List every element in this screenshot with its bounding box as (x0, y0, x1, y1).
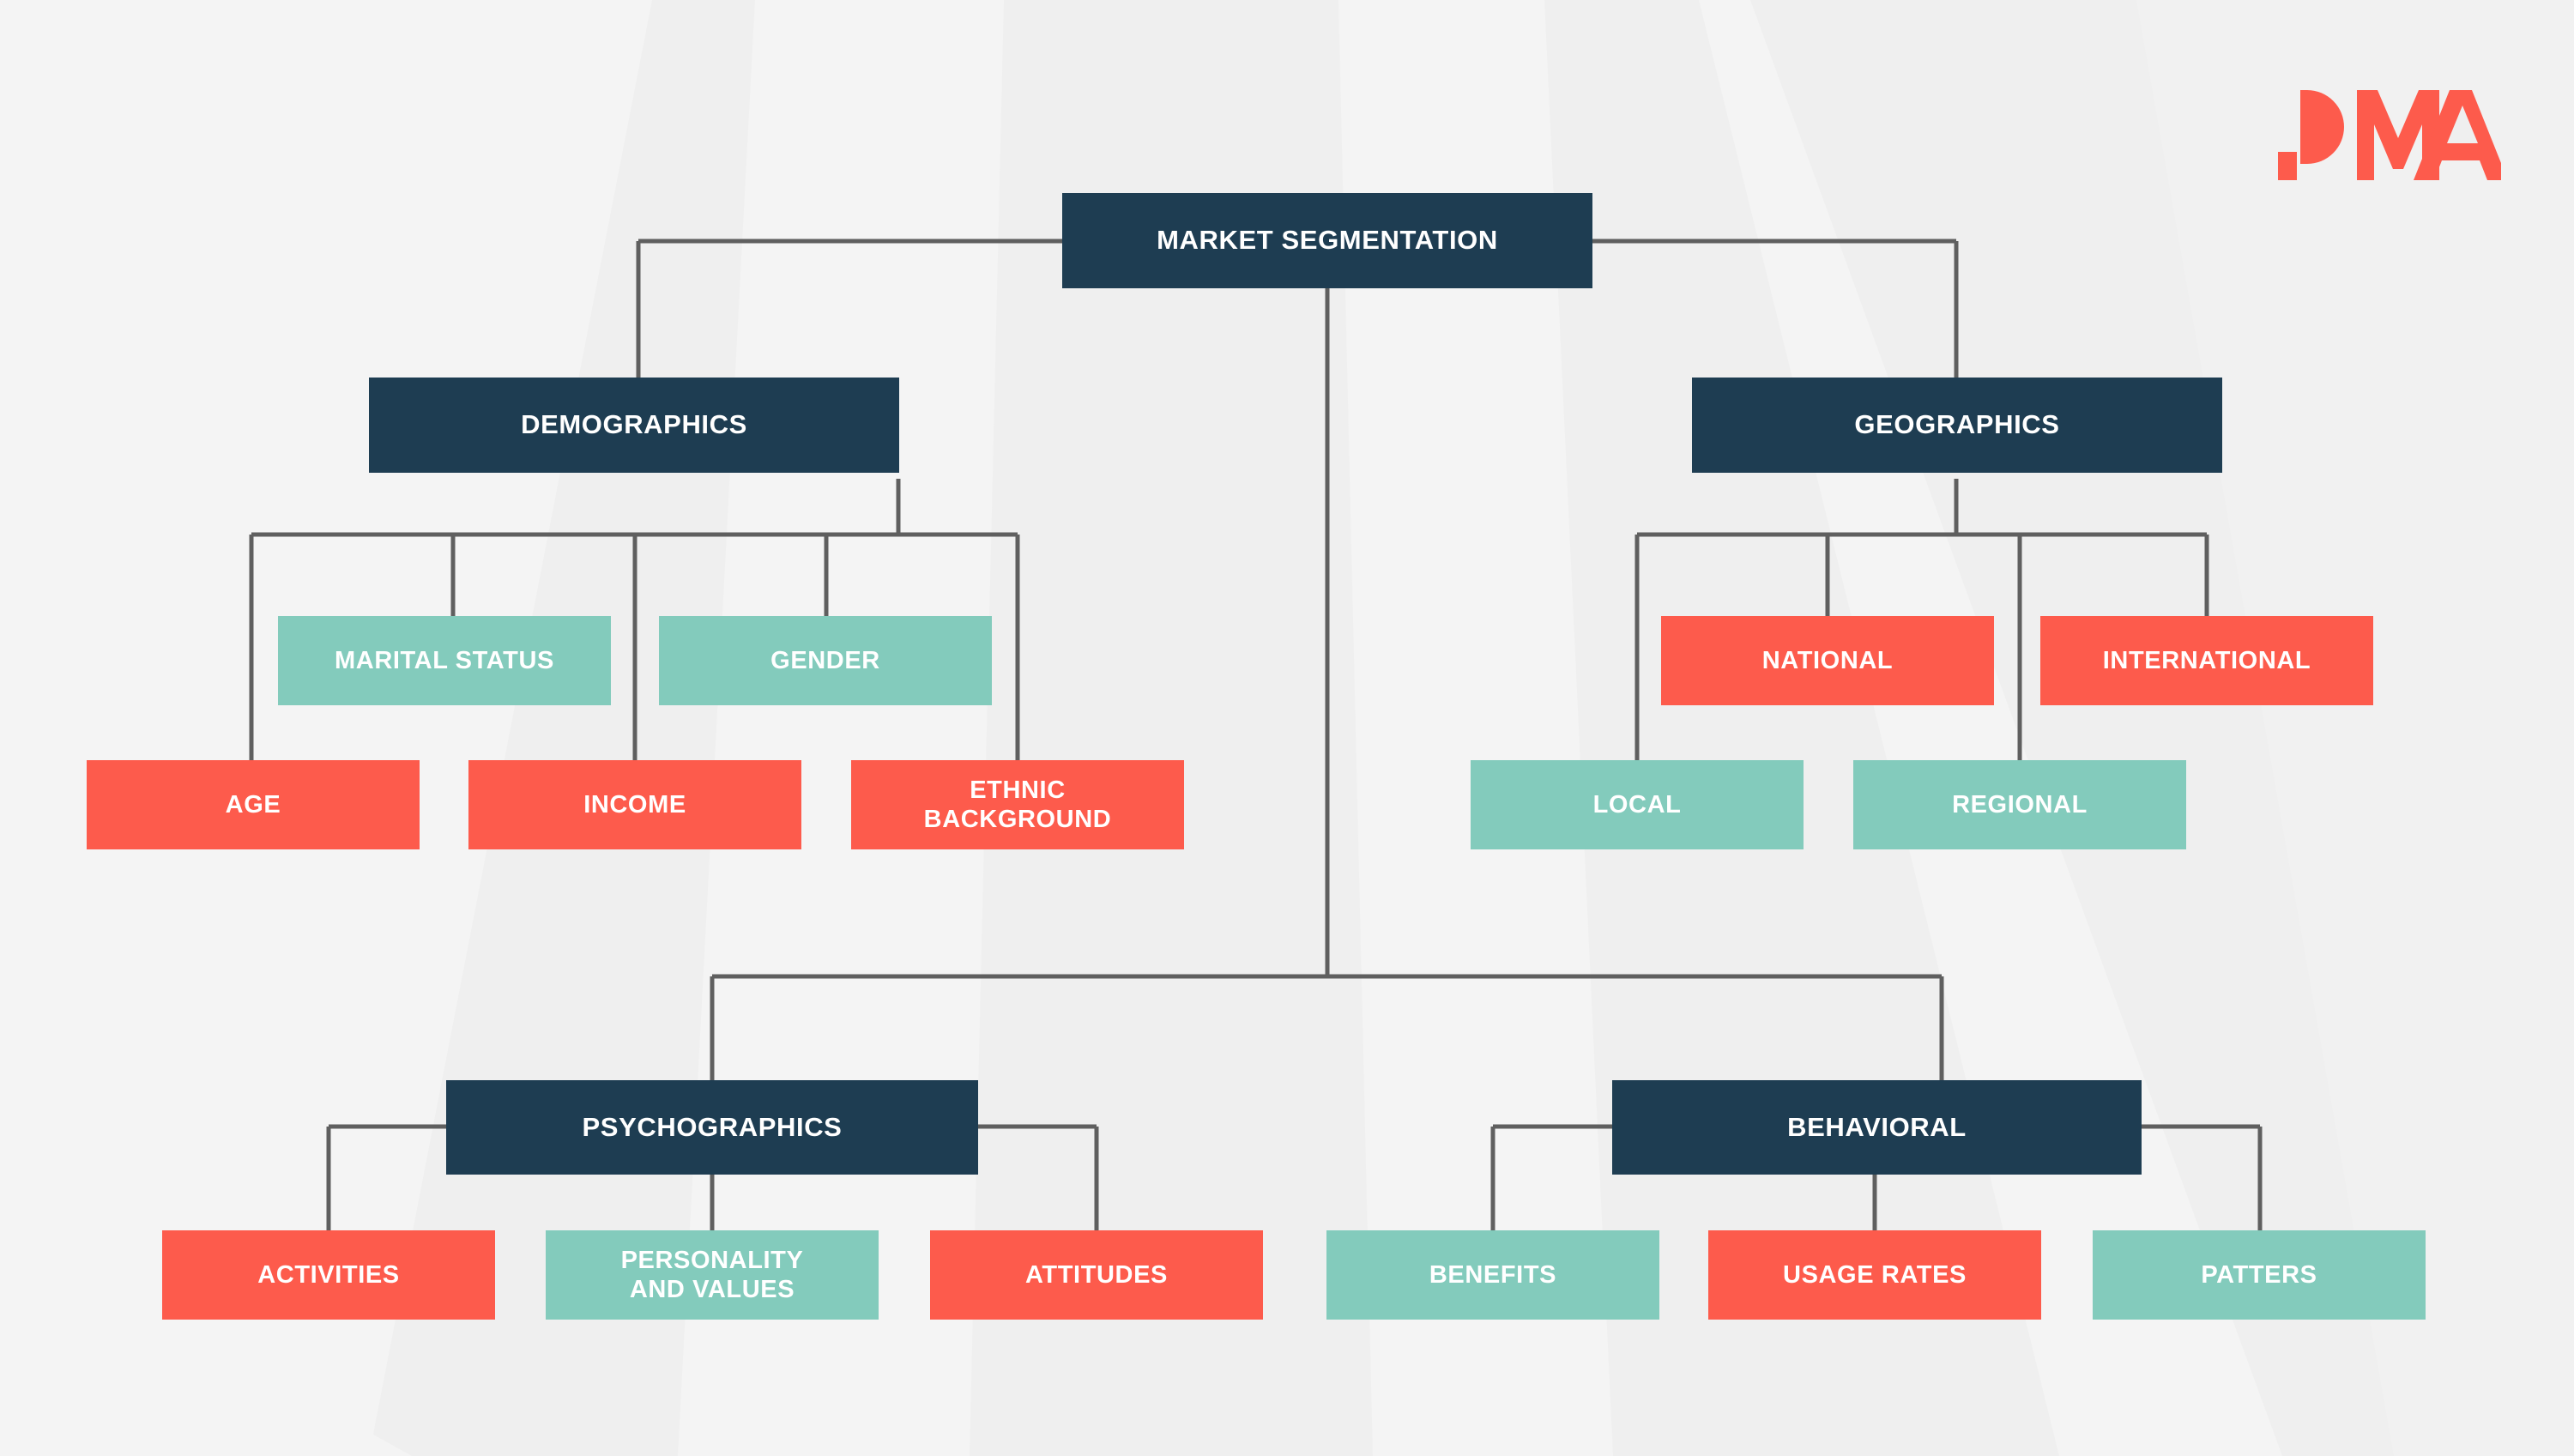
node-usage-rates[interactable]: USAGE RATES (1708, 1230, 2041, 1320)
node-label: BENEFITS (1429, 1260, 1557, 1289)
node-label: GEOGRAPHICS (1854, 409, 2060, 440)
node-label: PSYCHOGRAPHICS (582, 1111, 843, 1142)
node-label: BEHAVIORAL (1787, 1111, 1967, 1142)
node-activities[interactable]: ACTIVITIES (162, 1230, 495, 1320)
node-national[interactable]: NATIONAL (1661, 616, 1994, 705)
node-label: INTERNATIONAL (2102, 646, 2311, 674)
node-international[interactable]: INTERNATIONAL (2040, 616, 2373, 705)
node-regional[interactable]: REGIONAL (1853, 760, 2186, 849)
node-label: REGIONAL (1952, 790, 2088, 819)
node-label: PERSONALITY AND VALUES (620, 1246, 804, 1303)
node-label: ATTITUDES (1025, 1260, 1168, 1289)
node-label: MARKET SEGMENTATION (1157, 225, 1498, 256)
node-geographics[interactable]: GEOGRAPHICS (1692, 378, 2222, 473)
node-label: INCOME (583, 790, 686, 819)
node-local[interactable]: LOCAL (1471, 760, 1804, 849)
node-label: AGE (225, 790, 281, 819)
node-label: MARITAL STATUS (335, 646, 554, 674)
node-label: LOCAL (1592, 790, 1682, 819)
diagram-canvas: MARKET SEGMENTATION DEMOGRAPHICS GEOGRAP… (0, 0, 2574, 1456)
node-income[interactable]: INCOME (468, 760, 801, 849)
node-behavioral[interactable]: BEHAVIORAL (1612, 1080, 2142, 1175)
node-marital-status[interactable]: MARITAL STATUS (278, 616, 611, 705)
node-demographics[interactable]: DEMOGRAPHICS (369, 378, 899, 473)
pma-logo (2278, 90, 2501, 180)
node-label: PATTERS (2201, 1260, 2317, 1289)
node-label: NATIONAL (1761, 646, 1894, 674)
node-label: DEMOGRAPHICS (521, 409, 747, 440)
node-label: USAGE RATES (1783, 1260, 1967, 1289)
node-market-segmentation[interactable]: MARKET SEGMENTATION (1062, 193, 1592, 288)
node-attitudes[interactable]: ATTITUDES (930, 1230, 1263, 1320)
node-label: ACTIVITIES (257, 1260, 400, 1289)
node-psychographics[interactable]: PSYCHOGRAPHICS (446, 1080, 978, 1175)
node-label: GENDER (770, 646, 880, 674)
node-ethnic-background[interactable]: ETHNIC BACKGROUND (851, 760, 1184, 849)
node-personality-and-values[interactable]: PERSONALITY AND VALUES (546, 1230, 879, 1320)
node-gender[interactable]: GENDER (659, 616, 992, 705)
node-age[interactable]: AGE (87, 760, 420, 849)
node-patters[interactable]: PATTERS (2093, 1230, 2426, 1320)
node-benefits[interactable]: BENEFITS (1326, 1230, 1659, 1320)
node-label: ETHNIC BACKGROUND (923, 776, 1112, 833)
